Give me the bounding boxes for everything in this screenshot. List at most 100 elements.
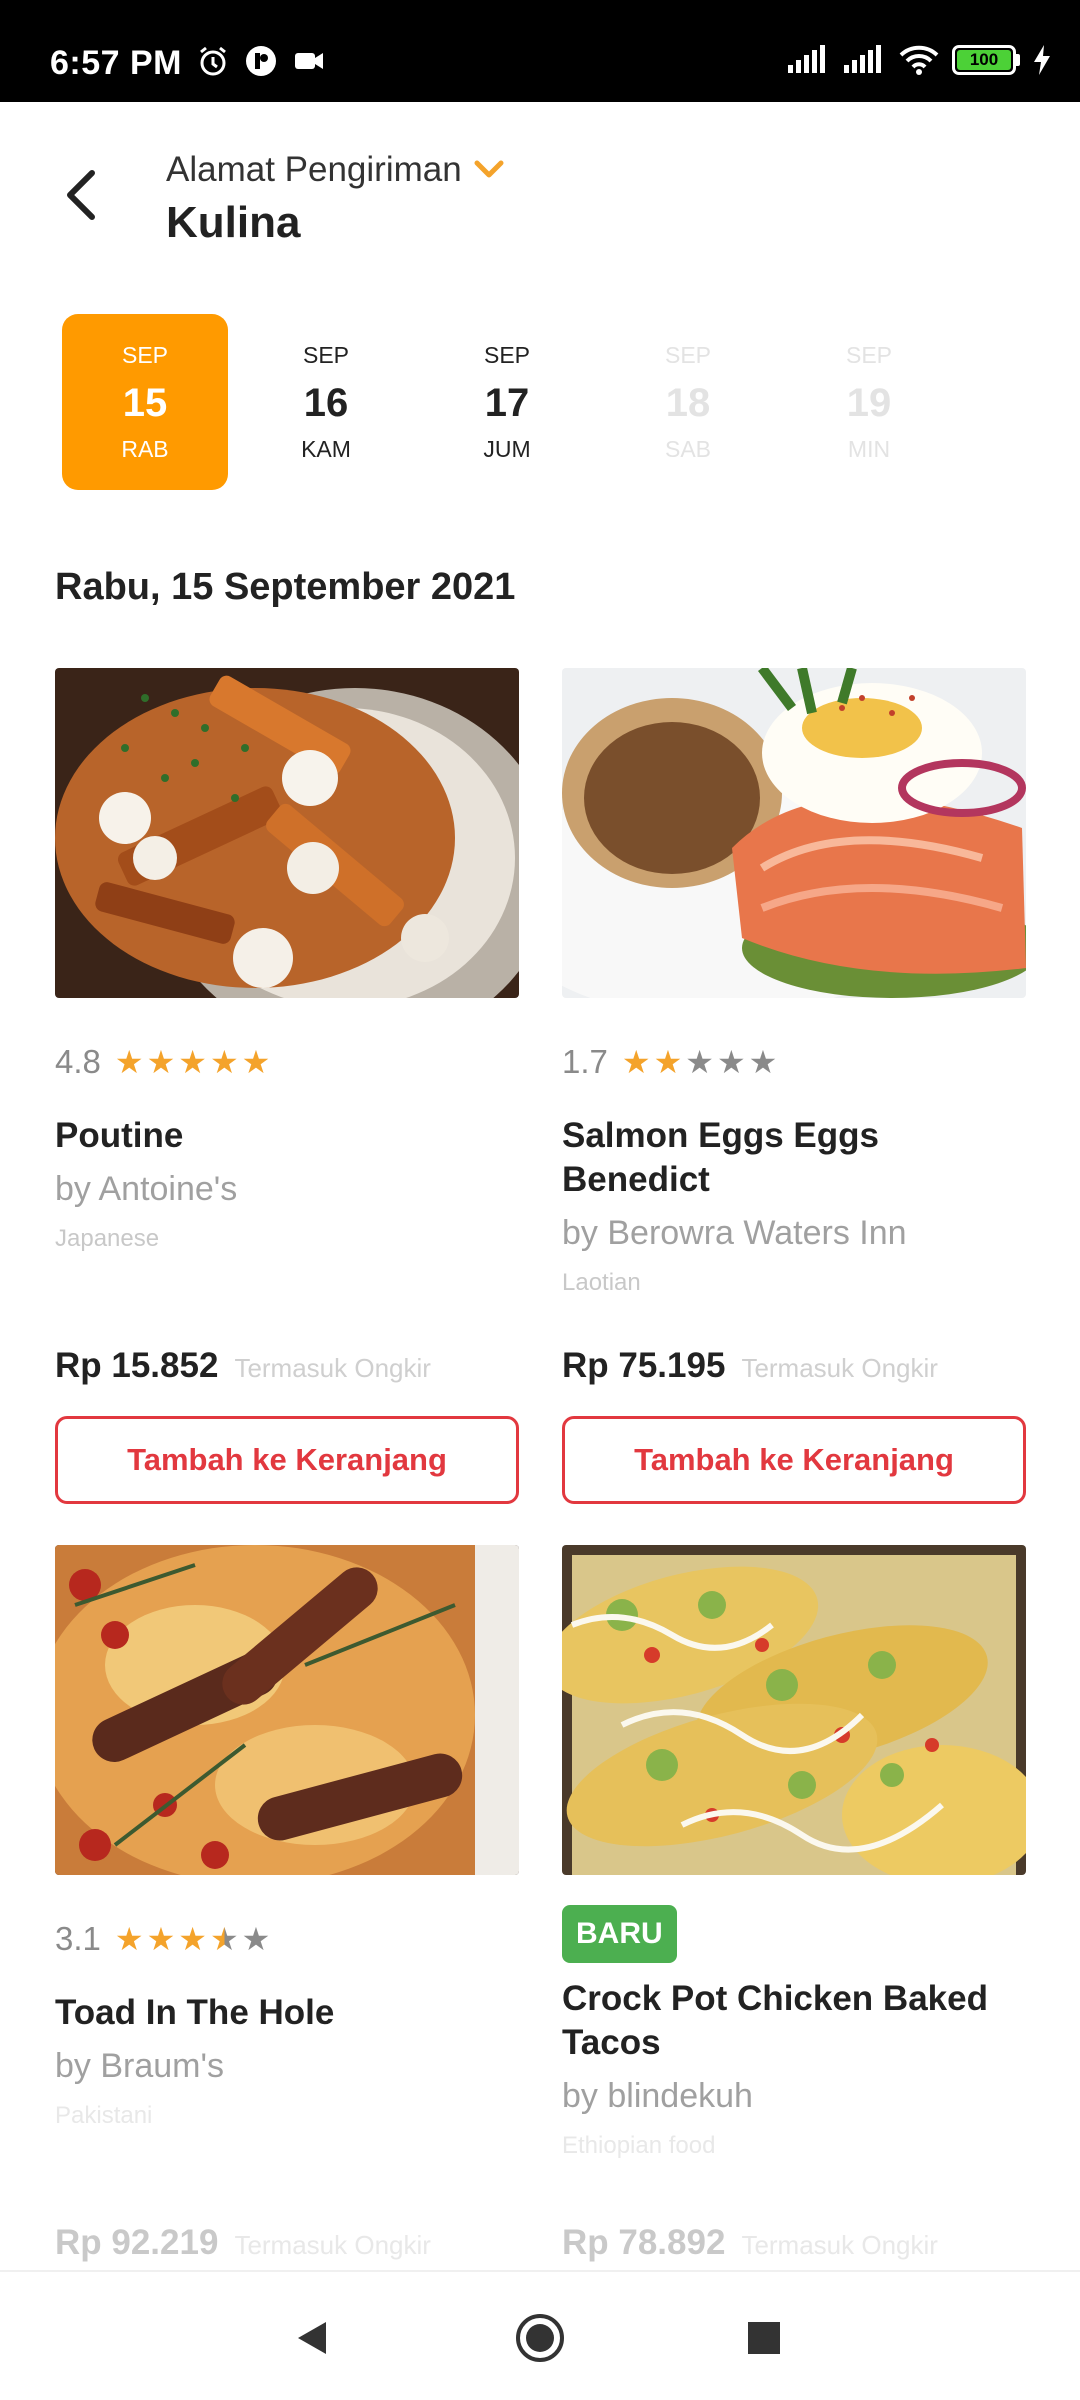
date-weekday: KAM <box>301 435 351 462</box>
merchant-name: by Antoine's <box>55 1170 238 1208</box>
status-time: 6:57 PM <box>50 44 182 82</box>
nav-home-icon <box>516 2314 564 2362</box>
date-day: 19 <box>846 380 892 425</box>
back-arrow-icon <box>67 170 95 220</box>
product-price: Rp 78.892 <box>562 2223 726 2262</box>
product-price: Rp 15.852 <box>55 1346 219 1385</box>
date-month: SEP <box>845 341 893 368</box>
date-day: 18 <box>665 380 711 425</box>
address-label: Alamat Pengiriman <box>166 150 462 189</box>
back-button[interactable] <box>52 160 112 230</box>
nav-recents-button[interactable] <box>734 2308 794 2368</box>
star-rating: ★ ★ ★ ★ ★ <box>115 1046 270 1078</box>
date-month: SEP <box>121 341 169 368</box>
address-name: Kulina <box>166 198 301 247</box>
date-item: SEP 19 MIN <box>786 314 952 490</box>
star-icon: ★ <box>621 1044 651 1080</box>
nav-home-button[interactable] <box>510 2308 570 2368</box>
price-note: Termasuk Ongkir <box>234 2230 431 2260</box>
price-note: Termasuk Ongkir <box>234 1353 431 1383</box>
date-weekday: JUM <box>483 435 531 462</box>
alarm-icon <box>200 46 226 76</box>
date-item[interactable]: SEP 16 KAM <box>243 314 409 490</box>
product-card[interactable]: 4.8 ★ ★ ★ ★ ★ Poutine by Antoine's Japan… <box>55 668 519 1504</box>
cuisine-label: Japanese <box>55 1225 160 1252</box>
star-icon: ★ <box>146 1044 176 1080</box>
date-item[interactable]: SEP 17 JUM <box>424 314 590 490</box>
date-weekday: MIN <box>847 435 891 462</box>
product-photo[interactable] <box>562 668 1026 998</box>
star-icon: ★ <box>146 1921 176 1957</box>
date-weekday: SAB <box>664 435 712 462</box>
nav-back-icon <box>298 2322 326 2354</box>
video-icon <box>295 53 323 69</box>
star-icon: ★ <box>241 1044 271 1080</box>
star-icon: ★ <box>685 1044 714 1080</box>
merchant-name: by Braum's <box>55 2047 224 2085</box>
nav-back-button[interactable] <box>282 2308 342 2368</box>
price-note: Termasuk Ongkir <box>741 2230 938 2260</box>
add-to-cart-button[interactable]: Tambah ke Keranjang <box>55 1416 519 1504</box>
star-icon: ★ <box>114 1921 144 1957</box>
star-icon: ★ <box>241 1921 271 1957</box>
rating-value: 1.7 <box>562 1043 608 1080</box>
star-icon: ★ <box>716 1044 746 1080</box>
status-icons-right: 100 <box>786 44 1052 76</box>
product-name: Toad In The Hole <box>55 1993 335 2032</box>
status-bar: 6:57 PM 100 <box>0 0 1080 102</box>
status-icons-left <box>196 44 326 78</box>
rating-row: 1.7 ★ ★ ★ ★ ★ <box>562 1042 1026 1082</box>
address-selector[interactable]: Alamat Pengiriman <box>166 150 504 190</box>
star-rating: ★ ★ ★ ★ ★ <box>622 1046 777 1078</box>
product-photo[interactable] <box>55 1545 519 1875</box>
date-item[interactable]: SEP 15 RAB <box>62 314 228 490</box>
chevron-down-icon <box>474 160 504 178</box>
date-month: SEP <box>302 341 350 368</box>
product-card[interactable]: BARU Crock Pot Chicken Baked Tacos by bl… <box>562 1545 1026 2265</box>
date-month: SEP <box>483 341 531 368</box>
star-icon: ★ <box>114 1044 144 1080</box>
price-row: Rp 75.195 Termasuk Ongkir <box>562 1346 938 1386</box>
merchant-name: by Berowra Waters Inn <box>562 1214 907 1252</box>
signal-icon <box>788 45 825 73</box>
price-row: Rp 92.219 Termasuk Ongkir <box>55 2223 431 2263</box>
date-selector: SEP 15 RAB SEP 16 KAM SEP 17 JUM SEP 18 … <box>62 314 967 490</box>
product-card[interactable]: 3.1 ★ ★ ★ ★ ★ Toad In The Hole by Braum'… <box>55 1545 519 2265</box>
star-icon: ★ <box>209 1921 239 1957</box>
cuisine-label: Ethiopian food <box>562 2132 716 2159</box>
cuisine-label: Pakistani <box>55 2102 153 2129</box>
app-icon <box>246 46 276 76</box>
system-nav-bar <box>0 2270 1080 2400</box>
star-icon: ★ <box>209 1044 239 1080</box>
rating-value: 4.8 <box>55 1043 101 1080</box>
star-icon: ★ <box>178 1921 207 1957</box>
product-photo[interactable] <box>55 668 519 998</box>
rating-row: 4.8 ★ ★ ★ ★ ★ <box>55 1042 519 1082</box>
star-icon: ★ <box>178 1044 207 1080</box>
nav-recents-icon <box>748 2322 780 2354</box>
date-day: 17 <box>484 380 530 425</box>
price-row: Rp 78.892 Termasuk Ongkir <box>562 2223 938 2263</box>
wifi-icon <box>899 45 939 75</box>
product-price: Rp 75.195 <box>562 1346 726 1385</box>
date-weekday: RAB <box>121 435 169 462</box>
section-date-title: Rabu, 15 September 2021 <box>55 566 516 608</box>
battery-level: 100 <box>957 50 1011 70</box>
star-icon: ★ <box>748 1044 778 1080</box>
add-to-cart-button[interactable]: Tambah ke Keranjang <box>562 1416 1026 1504</box>
cuisine-label: Laotian <box>562 1269 641 1296</box>
product-name: Poutine <box>55 1116 184 1155</box>
price-note: Termasuk Ongkir <box>741 1353 938 1383</box>
star-rating: ★ ★ ★ ★ ★ <box>115 1923 270 1955</box>
date-day: 16 <box>303 380 349 425</box>
product-price: Rp 92.219 <box>55 2223 219 2262</box>
star-icon: ★ <box>653 1044 683 1080</box>
signal-icon <box>844 45 881 73</box>
rating-row: 3.1 ★ ★ ★ ★ ★ <box>55 1919 519 1959</box>
product-name-line: Crock Pot Chicken Baked <box>562 1979 988 2018</box>
date-day: 15 <box>122 380 168 425</box>
price-row: Rp 15.852 Termasuk Ongkir <box>55 1346 431 1386</box>
product-photo[interactable] <box>562 1545 1026 1875</box>
product-card[interactable]: 1.7 ★ ★ ★ ★ ★ Salmon Eggs Eggs Benedict … <box>562 668 1026 1504</box>
date-month: SEP <box>664 341 712 368</box>
